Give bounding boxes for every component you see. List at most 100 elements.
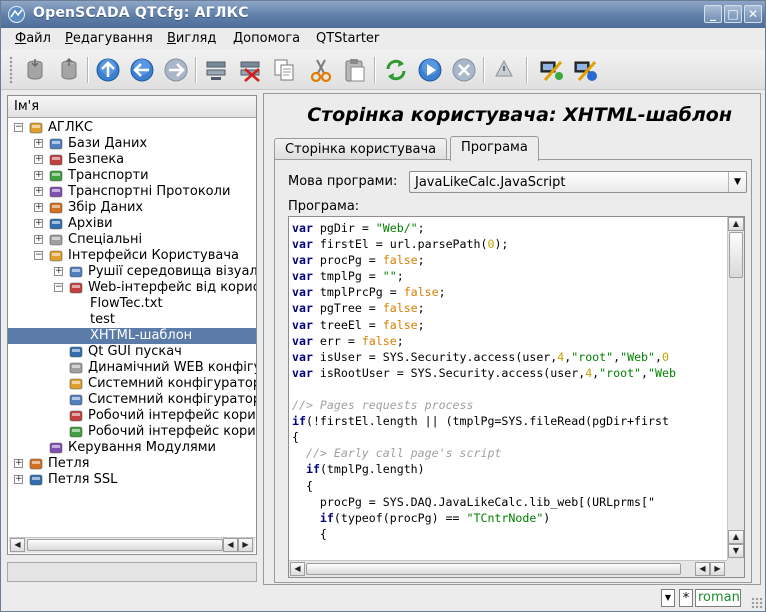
tree-item[interactable]: XHTML-шаблон — [8, 328, 256, 344]
ui-icon — [49, 250, 63, 262]
expand-icon[interactable]: + — [34, 155, 43, 164]
tree-item[interactable]: Системний конфігуратор (WEB) — [8, 392, 256, 408]
tree-item[interactable]: Робочий інтерфейс користувача (Qt) — [8, 408, 256, 424]
collapse-icon[interactable]: − — [54, 283, 63, 292]
code-token: //> Pages requests process — [292, 398, 474, 413]
scroll-left-button[interactable]: ◀ — [290, 562, 305, 576]
title-bar[interactable]: OpenSCADA QTCfg: АГЛКС _ □ ✕ — [1, 1, 765, 28]
tree-item[interactable]: − Інтерфейси Користувача — [8, 248, 256, 264]
code-token: pgDir = — [312, 221, 376, 235]
collapse-icon[interactable]: − — [34, 251, 43, 260]
expand-icon[interactable]: + — [34, 235, 43, 244]
close-button[interactable]: ✕ — [744, 5, 762, 23]
editor-hscroll-thumb[interactable] — [306, 563, 681, 575]
expand-icon[interactable]: + — [34, 139, 43, 148]
tree-item[interactable]: Робочий інтерфейс користувача (WEB) — [8, 424, 256, 440]
menu-file[interactable]: Файл — [15, 31, 51, 46]
cut-icon[interactable] — [307, 56, 335, 84]
tree-item[interactable]: + Збір Даних — [8, 200, 256, 216]
code-line: var err = false; — [292, 333, 716, 349]
expand-icon[interactable]: + — [54, 267, 63, 276]
menu-qtstarter[interactable]: QTStarter — [316, 31, 379, 46]
code-token: tmplPg = — [312, 269, 383, 284]
tree-item[interactable]: + Транспорти — [8, 168, 256, 184]
tree-item-label: Керування Модулями — [68, 440, 216, 455]
stop-icon[interactable] — [450, 56, 478, 84]
scroll-right-button[interactable]: ▶ — [238, 538, 253, 552]
tree-horizontal-scrollbar[interactable]: ◀ ◀ ▶ — [9, 537, 255, 553]
tree-item[interactable]: Qt GUI пускач — [8, 344, 256, 360]
tree-item[interactable]: − Web-інтерфейс від користувача — [8, 280, 256, 296]
tree-item[interactable]: test — [8, 312, 256, 328]
program-language-select[interactable]: JavaLikeCalc.JavaScript ▼ — [409, 171, 747, 193]
resize-grip[interactable] — [751, 597, 763, 609]
expand-icon[interactable]: + — [34, 171, 43, 180]
editor-vscroll-thumb[interactable] — [729, 232, 743, 278]
tree-item-label: Архіви — [68, 216, 113, 231]
delete-item-icon[interactable] — [236, 56, 264, 84]
code-text[interactable]: var pgDir = "Web/"; var firstEl = url.par… — [292, 220, 716, 555]
code-token: "Web/" — [375, 221, 418, 235]
expand-icon[interactable]: + — [34, 203, 43, 212]
start-icon[interactable] — [416, 56, 444, 84]
tree-item[interactable]: + Бази Даних — [8, 136, 256, 152]
back-icon[interactable] — [128, 56, 156, 84]
up-icon[interactable] — [94, 56, 122, 84]
collapse-icon[interactable]: − — [14, 123, 23, 132]
tree-item[interactable]: + Транспортні Протоколи — [8, 184, 256, 200]
scroll-down-button[interactable]: ▼ — [728, 544, 744, 558]
tree-item[interactable]: Системний конфігуратор (Qt) — [8, 376, 256, 392]
code-token: ; — [417, 301, 425, 316]
tree-item[interactable]: − АГЛКС — [8, 120, 256, 136]
database-icon — [49, 138, 63, 150]
minimize-button[interactable]: _ — [704, 5, 722, 23]
tree-item[interactable]: FlowTec.txt — [8, 296, 256, 312]
expand-icon[interactable]: + — [14, 475, 23, 484]
tree-item[interactable]: + Петля SSL — [8, 472, 256, 488]
tree-item[interactable]: + Спеціальні — [8, 232, 256, 248]
tree-item[interactable]: Динамічний WEB конфігуратор — [8, 360, 256, 376]
chevron-down-icon[interactable]: ▼ — [728, 172, 746, 192]
tree-item[interactable]: + Петля — [8, 456, 256, 472]
menu-help[interactable]: Допомога — [233, 31, 300, 46]
editor-vertical-scrollbar[interactable]: ▲ ▲ ▼ — [727, 217, 744, 560]
archive-icon — [49, 218, 63, 230]
tree-item[interactable]: Керування Модулями — [8, 440, 256, 456]
status-dropdown-button[interactable]: ▼ — [661, 589, 675, 607]
toolbar-grip[interactable] — [9, 56, 13, 84]
info-icon[interactable] — [490, 56, 518, 84]
tab-user-page[interactable]: Сторінка користувача — [274, 138, 448, 160]
scroll-left-button-alt[interactable]: ◀ — [223, 538, 238, 552]
menu-edit[interactable]: Редагування — [65, 31, 153, 46]
tree-item[interactable]: + Рушії середовища візуалізації — [8, 264, 256, 280]
add-item-icon[interactable] — [202, 56, 230, 84]
scroll-left-button-alt[interactable]: ◀ — [695, 562, 710, 576]
current-user-label[interactable]: roman — [695, 589, 741, 607]
db-save-icon[interactable] — [55, 56, 83, 84]
tab-program[interactable]: Програма — [450, 136, 539, 161]
expand-icon[interactable]: + — [14, 459, 23, 468]
forward-icon[interactable] — [162, 56, 190, 84]
db-load-icon[interactable] — [21, 56, 49, 84]
maximize-button[interactable]: □ — [724, 5, 742, 23]
server-connect-icon[interactable] — [537, 56, 565, 84]
tree-column-header[interactable]: Ім'я — [8, 96, 256, 118]
expand-icon[interactable]: + — [34, 187, 43, 196]
scroll-thumb[interactable] — [27, 539, 223, 551]
reload-icon[interactable] — [382, 56, 410, 84]
editor-horizontal-scrollbar[interactable]: ◀ ◀ ▶ — [289, 560, 727, 577]
copy-icon[interactable] — [270, 56, 298, 84]
code-line: var isUser = SYS.Security.access(user,4,… — [292, 349, 716, 365]
scroll-right-button[interactable]: ▶ — [710, 562, 725, 576]
scroll-up-button[interactable]: ▲ — [728, 217, 744, 231]
tree-item[interactable]: + Архіви — [8, 216, 256, 232]
scroll-left-button[interactable]: ◀ — [10, 538, 25, 552]
scroll-up-button-alt[interactable]: ▲ — [728, 530, 744, 544]
expand-icon[interactable]: + — [34, 219, 43, 228]
paste-icon[interactable] — [341, 56, 369, 84]
program-code-editor[interactable]: var pgDir = "Web/"; var firstEl = url.par… — [288, 216, 745, 578]
tree-item[interactable]: + Безпека — [8, 152, 256, 168]
menu-view[interactable]: Вигляд — [167, 31, 216, 46]
server-disconnect-icon[interactable] — [571, 56, 599, 84]
